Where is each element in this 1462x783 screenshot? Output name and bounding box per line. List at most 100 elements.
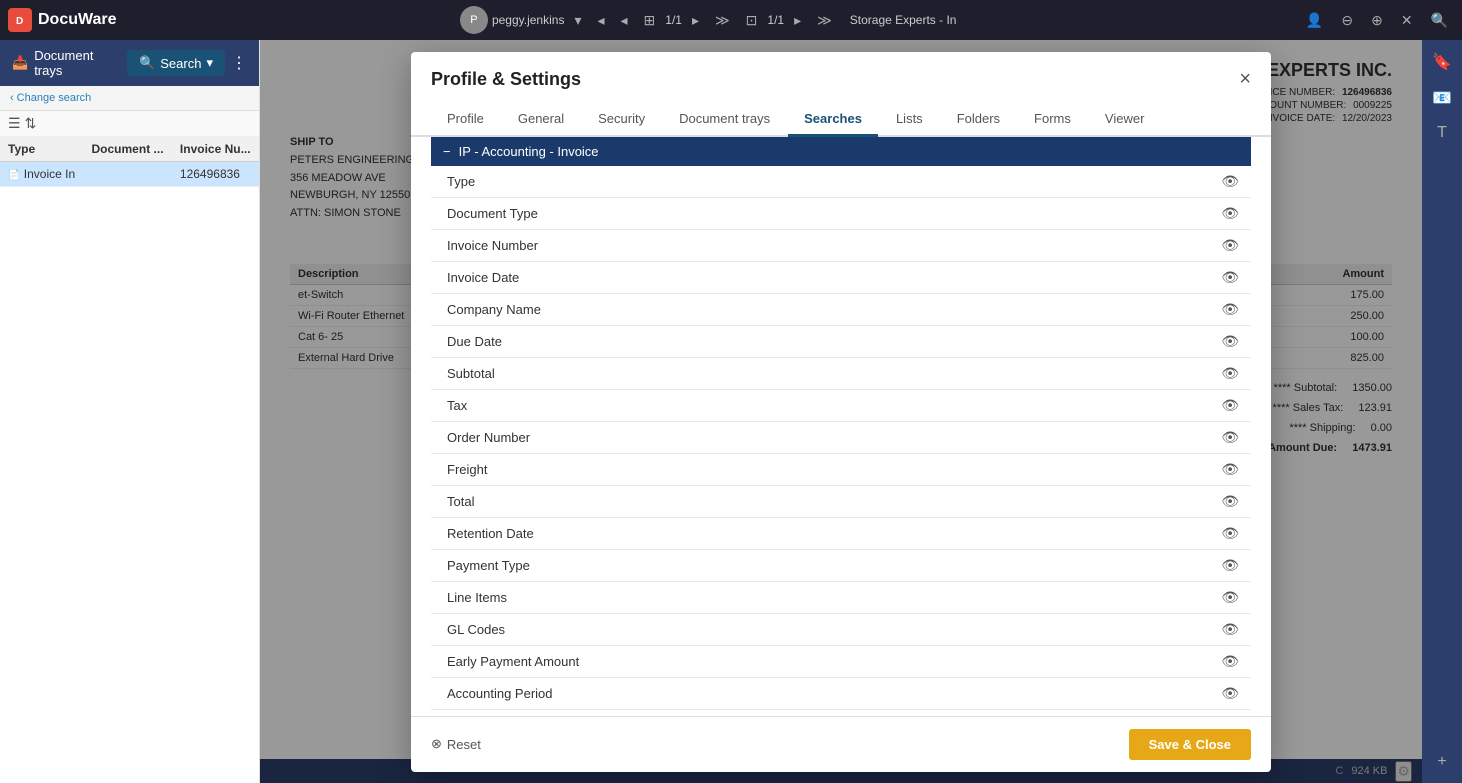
field-name-early-payment-amount: Early Payment Amount (447, 654, 1221, 669)
search-label: Search (160, 56, 201, 71)
field-row: Invoice Date👁 (431, 262, 1251, 294)
modal-tab-general[interactable]: General (502, 103, 580, 137)
logo-area: D DocuWare (8, 8, 117, 32)
change-search-button[interactable]: ‹ Change search (10, 92, 91, 104)
search-button[interactable]: 🔍 Search ▾ (127, 50, 225, 76)
field-visibility-toggle[interactable]: 👁 (1221, 429, 1239, 446)
sort-button[interactable]: ⇅ (25, 115, 37, 132)
field-visibility-toggle[interactable]: 👁 (1221, 589, 1239, 606)
prev-doc-button[interactable]: ◂ (591, 8, 610, 33)
field-visibility-toggle[interactable]: 👁 (1221, 397, 1239, 414)
user-dropdown-button[interactable]: ▾ (568, 8, 587, 33)
user-name: peggy.jenkins (492, 13, 565, 27)
user-profile-button[interactable]: 👤 (1300, 8, 1329, 33)
field-visibility-toggle[interactable]: 👁 (1221, 621, 1239, 638)
field-visibility-toggle[interactable]: 👁 (1221, 365, 1239, 382)
field-visibility-toggle[interactable]: 👁 (1221, 269, 1239, 286)
reset-button[interactable]: ⊗ Reset (431, 736, 481, 752)
field-name-invoice-date: Invoice Date (447, 270, 1221, 285)
field-visibility-toggle[interactable]: 👁 (1221, 685, 1239, 702)
left-sidebar: 📥 Document trays 🔍 Search ▾ ⋮ ‹ Change s… (0, 40, 260, 783)
modal-body: − IP - Accounting - Invoice Type👁Documen… (411, 137, 1271, 716)
save-close-button[interactable]: Save & Close (1129, 729, 1251, 760)
layers-button[interactable]: ⊞ (638, 8, 662, 33)
cell-invoice: 126496836 (172, 162, 259, 187)
right-icon-add[interactable]: + (1433, 749, 1450, 775)
field-row: Company Name👁 (431, 294, 1251, 326)
field-row: GL Codes👁 (431, 614, 1251, 646)
right-icon-teams[interactable]: T (1433, 120, 1451, 146)
field-name-subtotal: Subtotal (447, 366, 1221, 381)
field-row: Payment Type👁 (431, 550, 1251, 582)
search-icon: 🔍 (139, 55, 155, 71)
field-name-total: Total (447, 494, 1221, 509)
field-name-type: Type (447, 174, 1221, 189)
field-visibility-toggle[interactable]: 👁 (1221, 557, 1239, 574)
field-visibility-toggle[interactable]: 👁 (1221, 493, 1239, 510)
modal-tab-forms[interactable]: Forms (1018, 103, 1087, 137)
fields-container: Type👁Document Type👁Invoice Number👁Invoic… (431, 166, 1251, 716)
reset-label: Reset (447, 737, 481, 752)
field-row: Type👁 (431, 166, 1251, 198)
modal-tab-viewer[interactable]: Viewer (1089, 103, 1161, 137)
field-name-accounting-period: Accounting Period (447, 686, 1221, 701)
field-name-company-name: Company Name (447, 302, 1221, 317)
modal-tab-lists[interactable]: Lists (880, 103, 939, 137)
modal-tab-profile[interactable]: Profile (431, 103, 500, 137)
field-row: Line Items👁 (431, 582, 1251, 614)
sidebar-actions: ☰ ⇅ (0, 111, 259, 137)
modal-footer: ⊗ Reset Save & Close (411, 716, 1271, 772)
prev-button[interactable]: ◂ (615, 8, 634, 33)
modal-tab-document-trays[interactable]: Document trays (663, 103, 786, 137)
field-visibility-toggle[interactable]: 👁 (1221, 333, 1239, 350)
field-visibility-toggle[interactable]: 👁 (1221, 301, 1239, 318)
zoom-in-button[interactable]: ⊕ (1365, 8, 1389, 33)
field-name-line-items: Line Items (447, 590, 1221, 605)
toolbar-center: P peggy.jenkins ▾ ◂ ◂ ⊞ 1/1 ▸ ≫ ⊡ 1/1 ▸ … (123, 6, 1294, 34)
right-icon-email[interactable]: 📧 (1428, 84, 1456, 112)
reset-circle-icon: ⊗ (431, 736, 442, 752)
field-visibility-toggle[interactable]: 👁 (1221, 525, 1239, 542)
modal-header: Profile & Settings × (411, 52, 1271, 91)
profile-settings-modal: Profile & Settings × ProfileGeneralSecur… (411, 52, 1271, 772)
user-area: P peggy.jenkins ▾ (460, 6, 588, 34)
app-name: DocuWare (38, 11, 117, 29)
modal-tab-security[interactable]: Security (582, 103, 661, 137)
cell-type: 📄 Invoice In (0, 162, 84, 187)
right-icon-bookmark[interactable]: 🔖 (1428, 48, 1456, 76)
collapse-icon: − (443, 144, 451, 159)
modal-close-button[interactable]: × (1239, 68, 1251, 91)
close-button[interactable]: ✕ (1395, 8, 1419, 33)
search-toolbar-button[interactable]: 🔍 (1425, 8, 1454, 33)
field-visibility-toggle[interactable]: 👁 (1221, 237, 1239, 254)
list-view-button[interactable]: ☰ (8, 115, 21, 132)
field-name-payment-type: Payment Type (447, 558, 1221, 573)
zoom-out-button[interactable]: ⊖ (1335, 8, 1359, 33)
doc-button[interactable]: ⊡ (740, 8, 764, 33)
field-row: Freight👁 (431, 454, 1251, 486)
docuware-logo-icon: D (8, 8, 32, 32)
modal-tab-folders[interactable]: Folders (941, 103, 1016, 137)
field-visibility-toggle[interactable]: 👁 (1221, 205, 1239, 222)
field-row: Document Type👁 (431, 198, 1251, 230)
table-row[interactable]: 📄 Invoice In 126496836 (0, 162, 259, 187)
doc-next-more-button[interactable]: ≫ (811, 8, 838, 33)
document-trays-icon: 📥 (12, 55, 28, 71)
results-table: Type Document ... Invoice Nu... 📄 Invoic… (0, 137, 259, 187)
modal-title: Profile & Settings (431, 69, 581, 90)
doc-next-button[interactable]: ▸ (788, 8, 807, 33)
field-visibility-toggle[interactable]: 👁 (1221, 653, 1239, 670)
field-name-retention-date: Retention Date (447, 526, 1221, 541)
modal-tab-searches[interactable]: Searches (788, 103, 878, 137)
next-prev-button[interactable]: ≫ (709, 8, 736, 33)
field-name-tax: Tax (447, 398, 1221, 413)
field-visibility-toggle[interactable]: 👁 (1221, 461, 1239, 478)
modal-overlay: Profile & Settings × ProfileGeneralSecur… (260, 40, 1422, 783)
modal-tabs: ProfileGeneralSecurityDocument traysSear… (411, 103, 1271, 137)
field-visibility-toggle[interactable]: 👁 (1221, 173, 1239, 190)
doc-indicator: 1/1 (767, 13, 784, 27)
search-group-header[interactable]: − IP - Accounting - Invoice (431, 137, 1251, 166)
next-button[interactable]: ▸ (686, 8, 705, 33)
sidebar-menu-button[interactable]: ⋮ (231, 53, 247, 73)
avatar: P (460, 6, 488, 34)
